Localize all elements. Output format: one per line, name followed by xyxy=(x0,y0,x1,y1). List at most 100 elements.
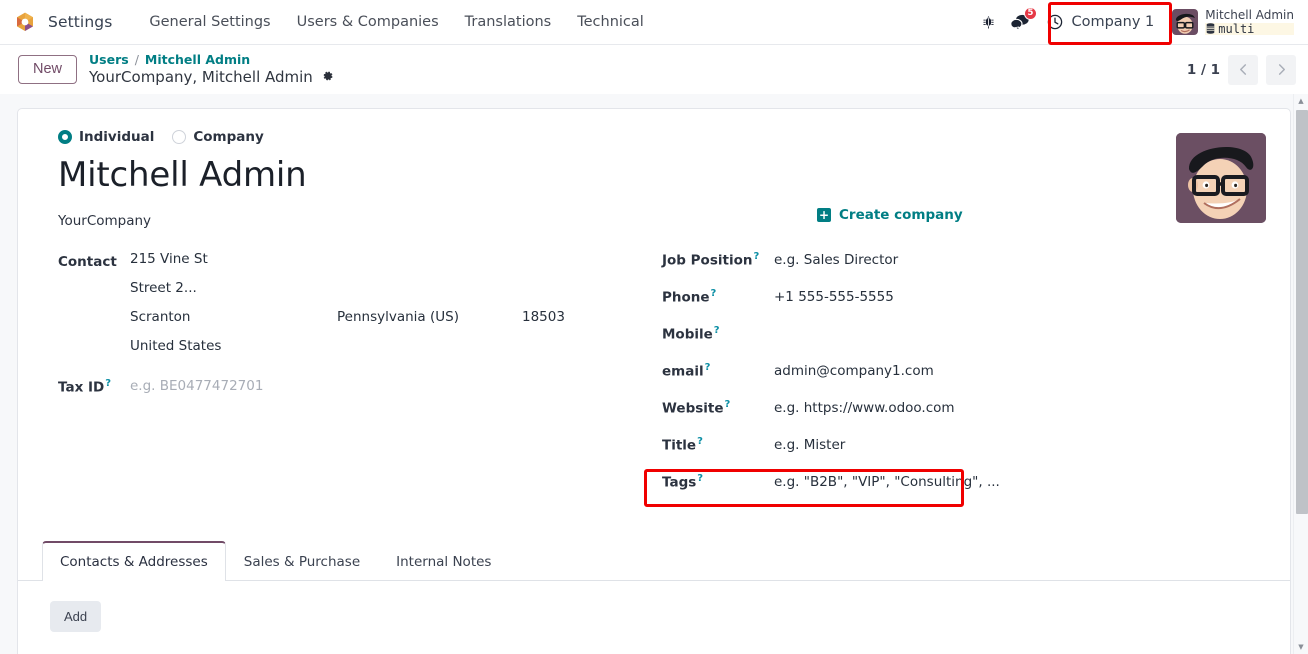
street-input[interactable]: 215 Vine St xyxy=(130,251,337,267)
breadcrumb-item-current[interactable]: Mitchell Admin xyxy=(145,52,250,68)
user-avatar xyxy=(1172,9,1199,35)
database-name: multi xyxy=(1218,21,1255,36)
city-input[interactable]: Scranton xyxy=(130,309,337,325)
tab-sales-purchase[interactable]: Sales & Purchase xyxy=(226,542,378,581)
contact-avatar-image[interactable] xyxy=(1176,133,1266,223)
contact-address-street-row: Contact 215 Vine St xyxy=(58,251,662,280)
title-label-text: Title xyxy=(662,437,697,454)
radio-company-dot xyxy=(172,130,187,144)
bug-icon[interactable] xyxy=(973,0,1003,45)
company-switcher-label: Company 1 xyxy=(1071,14,1155,30)
new-button[interactable]: New xyxy=(18,54,78,85)
company-switcher-button[interactable]: Company 1 xyxy=(1037,8,1168,36)
user-menu-button[interactable]: Mitchell Admin multi xyxy=(1168,9,1300,36)
help-icon[interactable]: ? xyxy=(697,473,703,484)
phone-label-text: Phone xyxy=(662,289,710,306)
radio-company[interactable]: Company xyxy=(172,129,264,145)
job-position-label: Job Position? xyxy=(662,251,774,269)
menu-item-translations[interactable]: Translations xyxy=(452,10,565,34)
form-column-right: + Create company Job Position? e.g. Sale… xyxy=(662,207,1162,500)
job-position-label-text: Job Position xyxy=(662,252,753,269)
pager-next-button[interactable] xyxy=(1266,54,1296,85)
form-columns: Contact 215 Vine St Street 2... Scranton… xyxy=(42,207,1266,500)
help-icon[interactable]: ? xyxy=(714,325,720,336)
record-subtitle: YourCompany, Mitchell Admin xyxy=(89,67,313,86)
scrollbar-down-arrow[interactable]: ▼ xyxy=(1294,640,1308,654)
pager-label: 1 / 1 xyxy=(1186,61,1220,78)
control-panel: New Users / Mitchell Admin YourCompany, … xyxy=(0,45,1308,94)
email-label-text: email xyxy=(662,363,704,380)
database-label: multi xyxy=(1205,21,1294,36)
database-icon xyxy=(1207,23,1215,35)
tags-label-text: Tags xyxy=(662,474,697,491)
form-sheet: Individual Company Mitchell Admin YourCo… xyxy=(17,108,1291,654)
tab-internal-notes[interactable]: Internal Notes xyxy=(378,542,509,581)
email-input[interactable]: admin@company1.com xyxy=(774,363,934,379)
vertical-scrollbar[interactable]: ▲ ▼ xyxy=(1293,94,1308,654)
radio-individual-dot xyxy=(58,130,72,144)
record-pager: 1 / 1 xyxy=(1186,54,1296,85)
job-position-row: Job Position? e.g. Sales Director xyxy=(662,241,1162,278)
title-label: Title? xyxy=(662,436,774,454)
contact-address-country-row: United States xyxy=(58,338,662,367)
gear-icon[interactable] xyxy=(321,69,334,85)
help-icon[interactable]: ? xyxy=(697,436,703,447)
title-input[interactable]: e.g. Mister xyxy=(774,437,845,453)
clock-icon xyxy=(1048,14,1063,30)
messages-count-badge: 5 xyxy=(1023,6,1038,20)
pager-previous-button[interactable] xyxy=(1228,54,1258,85)
radio-individual[interactable]: Individual xyxy=(58,129,154,145)
street2-input[interactable]: Street 2... xyxy=(130,280,337,296)
tab-contacts-addresses[interactable]: Contacts & Addresses xyxy=(42,541,226,581)
website-input[interactable]: e.g. https://www.odoo.com xyxy=(774,400,955,416)
breadcrumb-separator: / xyxy=(134,52,139,68)
record-name[interactable]: Mitchell Admin xyxy=(58,155,1266,195)
breadcrumb-item-users[interactable]: Users xyxy=(89,52,129,68)
scrollbar-track[interactable] xyxy=(1295,108,1308,640)
email-label: email? xyxy=(662,362,774,380)
breadcrumb: Users / Mitchell Admin YourCompany, Mitc… xyxy=(89,52,334,86)
form-content-area: Individual Company Mitchell Admin YourCo… xyxy=(0,94,1308,654)
create-company-button[interactable]: + Create company xyxy=(817,207,1162,223)
user-menu-texts: Mitchell Admin multi xyxy=(1205,9,1294,36)
chevron-right-icon xyxy=(1278,64,1285,75)
tax-id-input[interactable]: e.g. BE0477472701 xyxy=(130,375,263,394)
menu-item-technical[interactable]: Technical xyxy=(564,10,657,34)
tax-id-row: Tax ID? e.g. BE0477472701 xyxy=(58,375,662,412)
company-type-radios: Individual Company xyxy=(58,129,1266,145)
phone-row: Phone? +1 555-555-5555 xyxy=(662,278,1162,315)
menu-item-general-settings[interactable]: General Settings xyxy=(136,10,283,34)
state-input[interactable]: Pennsylvania (US) xyxy=(337,309,522,325)
tax-id-label-text: Tax ID xyxy=(58,379,105,396)
help-icon[interactable]: ? xyxy=(725,399,731,410)
chat-bubbles-icon[interactable]: 5 xyxy=(1003,0,1038,45)
menu-item-users-companies[interactable]: Users & Companies xyxy=(284,10,452,34)
phone-label: Phone? xyxy=(662,288,774,306)
title-row: Title? e.g. Mister xyxy=(662,426,1162,463)
mobile-row: Mobile? xyxy=(662,315,1162,352)
website-label-text: Website xyxy=(662,400,724,417)
mobile-label: Mobile? xyxy=(662,325,774,343)
add-button[interactable]: Add xyxy=(50,601,102,632)
country-input[interactable]: United States xyxy=(130,338,337,354)
tags-label: Tags? xyxy=(662,473,774,491)
help-icon[interactable]: ? xyxy=(105,378,111,389)
plus-square-icon: + xyxy=(817,208,831,222)
contact-address-label: Contact xyxy=(58,254,117,270)
contact-address-city-row: Scranton Pennsylvania (US) 18503 xyxy=(58,309,662,338)
odoo-logo-icon[interactable] xyxy=(14,10,36,34)
navbar-menu: General Settings Users & Companies Trans… xyxy=(136,10,656,34)
scrollbar-thumb[interactable] xyxy=(1296,110,1308,514)
scrollbar-up-arrow[interactable]: ▲ xyxy=(1294,94,1308,108)
help-icon[interactable]: ? xyxy=(705,362,711,373)
navbar-systray: 5 Company 1 Mitchell Admin multi xyxy=(973,0,1302,45)
help-icon[interactable]: ? xyxy=(711,288,717,299)
phone-input[interactable]: +1 555-555-5555 xyxy=(774,289,894,305)
tags-row: Tags? e.g. "B2B", "VIP", "Consulting", .… xyxy=(662,463,1162,500)
tags-input[interactable]: e.g. "B2B", "VIP", "Consulting", ... xyxy=(774,474,1000,490)
zip-input[interactable]: 18503 xyxy=(522,309,565,325)
job-position-input[interactable]: e.g. Sales Director xyxy=(774,252,898,268)
chevron-left-icon xyxy=(1239,64,1246,75)
apps-menu-title[interactable]: Settings xyxy=(48,13,112,31)
help-icon[interactable]: ? xyxy=(753,251,759,262)
